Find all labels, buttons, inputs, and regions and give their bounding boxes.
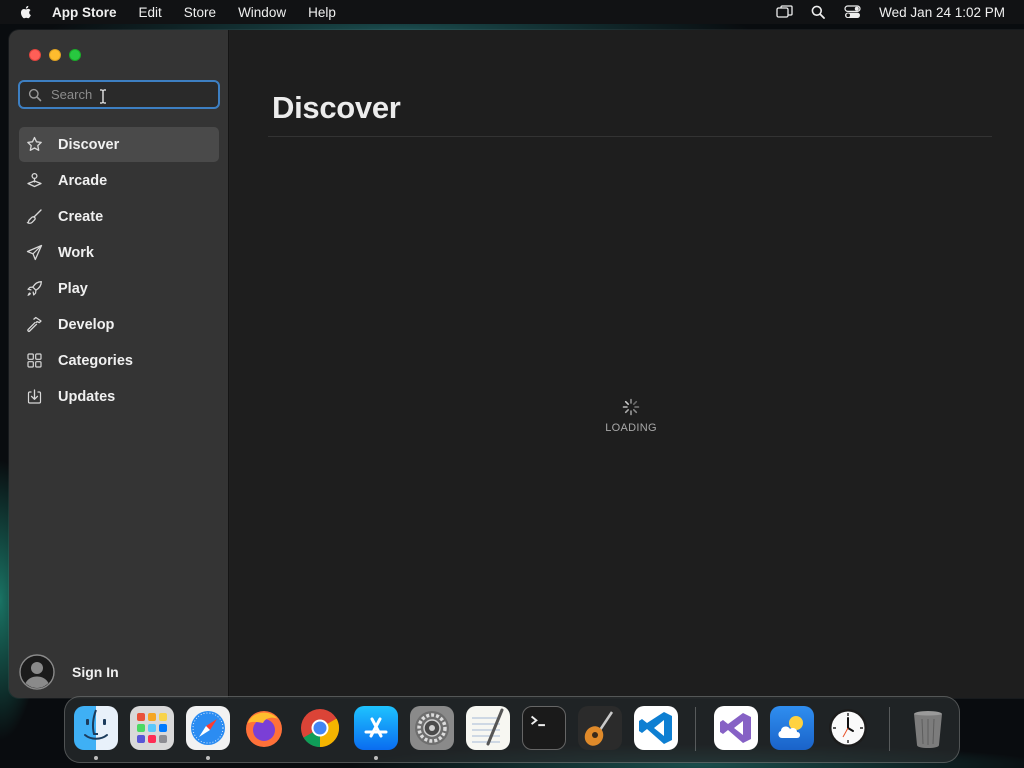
app-store-icon bbox=[364, 717, 388, 738]
dock-launchpad[interactable] bbox=[130, 706, 174, 750]
trash-icon bbox=[914, 711, 942, 748]
sidebar-item-create[interactable]: Create bbox=[19, 199, 219, 234]
sign-in-button[interactable]: Sign In bbox=[19, 654, 119, 690]
running-indicator bbox=[206, 756, 210, 760]
guitar-icon bbox=[584, 711, 614, 746]
spinner-icon bbox=[622, 398, 640, 416]
menu-store[interactable]: Store bbox=[184, 5, 216, 20]
sidebar-item-updates[interactable]: Updates bbox=[19, 379, 219, 414]
dock-separator bbox=[889, 707, 890, 751]
dock-textedit[interactable] bbox=[466, 706, 510, 750]
search-input[interactable] bbox=[51, 87, 201, 102]
sign-in-label: Sign In bbox=[72, 664, 119, 680]
running-indicator bbox=[374, 756, 378, 760]
close-button[interactable] bbox=[29, 49, 41, 61]
dock-trash[interactable] bbox=[906, 706, 950, 750]
app-store-window: Discover Arcade Create Work bbox=[9, 30, 1024, 698]
loading-label: LOADING bbox=[605, 422, 657, 434]
joystick-icon bbox=[26, 172, 43, 189]
dock-app-store[interactable] bbox=[354, 706, 398, 750]
spotlight-search-icon[interactable] bbox=[809, 4, 827, 20]
dock-finder[interactable] bbox=[74, 706, 118, 750]
chrome-icon bbox=[301, 709, 340, 748]
weather-icon bbox=[778, 716, 803, 738]
sidebar-item-play[interactable]: Play bbox=[19, 271, 219, 306]
dock-firefox[interactable] bbox=[242, 706, 286, 750]
menu-edit[interactable]: Edit bbox=[139, 5, 162, 20]
dock-separator bbox=[695, 707, 696, 751]
window-controls bbox=[29, 49, 81, 61]
minimize-button[interactable] bbox=[49, 49, 61, 61]
sidebar-item-work[interactable]: Work bbox=[19, 235, 219, 270]
dock-garageband[interactable] bbox=[578, 706, 622, 750]
zoom-button[interactable] bbox=[69, 49, 81, 61]
star-icon bbox=[26, 136, 43, 153]
dock-weather[interactable] bbox=[770, 706, 814, 750]
dock-clock[interactable] bbox=[826, 706, 870, 750]
vscode-icon bbox=[639, 712, 672, 744]
visual-studio-icon bbox=[720, 713, 751, 743]
safari-icon bbox=[191, 711, 225, 745]
sidebar-item-label: Categories bbox=[58, 352, 133, 369]
paintbrush-icon bbox=[26, 208, 43, 225]
sidebar-item-label: Play bbox=[58, 280, 88, 297]
dock bbox=[64, 696, 960, 763]
page-title: Discover bbox=[272, 90, 401, 125]
hammer-icon bbox=[26, 316, 43, 333]
textedit-icon bbox=[472, 708, 504, 746]
title-divider bbox=[268, 136, 992, 137]
sidebar-item-develop[interactable]: Develop bbox=[19, 307, 219, 342]
gear-icon bbox=[415, 711, 449, 745]
menu-app-name[interactable]: App Store bbox=[52, 5, 117, 20]
rocket-icon bbox=[26, 280, 43, 297]
dock-chrome[interactable] bbox=[298, 706, 342, 750]
firefox-icon bbox=[246, 711, 282, 747]
sidebar-item-label: Work bbox=[58, 244, 94, 261]
text-cursor-icon bbox=[100, 89, 106, 104]
menu-clock[interactable]: Wed Jan 24 1:02 PM bbox=[879, 5, 1005, 20]
terminal-icon bbox=[530, 715, 545, 727]
sidebar-item-label: Discover bbox=[58, 136, 120, 153]
sidebar-item-label: Arcade bbox=[58, 172, 108, 189]
dock-terminal[interactable] bbox=[522, 706, 566, 750]
launchpad-icon bbox=[137, 713, 167, 743]
menu-bar: App Store Edit Store Window Help Wed Jan… bbox=[0, 0, 1024, 24]
menu-window[interactable]: Window bbox=[238, 5, 286, 20]
search-icon bbox=[28, 88, 42, 101]
dock-system-settings[interactable] bbox=[410, 706, 454, 750]
dock-visual-studio[interactable] bbox=[714, 706, 758, 750]
sidebar-nav: Discover Arcade Create Work Play Develop… bbox=[19, 127, 219, 415]
sidebar-item-categories[interactable]: Categories bbox=[19, 343, 219, 378]
sidebar-item-arcade[interactable]: Arcade bbox=[19, 163, 219, 198]
loading-indicator: LOADING bbox=[600, 398, 662, 434]
apple-logo-icon[interactable] bbox=[18, 4, 34, 20]
sidebar-item-discover[interactable]: Discover bbox=[19, 127, 219, 162]
dock-vscode[interactable] bbox=[634, 706, 678, 750]
sidebar-item-label: Develop bbox=[58, 316, 115, 333]
account-avatar-icon bbox=[19, 654, 55, 690]
screen-mirroring-icon[interactable] bbox=[775, 4, 793, 20]
grid-icon bbox=[26, 352, 43, 369]
sidebar-item-label: Updates bbox=[58, 388, 116, 405]
sidebar-item-label: Create bbox=[58, 208, 104, 225]
menu-help[interactable]: Help bbox=[308, 5, 336, 20]
control-center-icon[interactable] bbox=[843, 4, 861, 20]
search-field[interactable] bbox=[18, 80, 220, 109]
running-indicator bbox=[94, 756, 98, 760]
sidebar: Discover Arcade Create Work bbox=[9, 30, 229, 698]
download-icon bbox=[26, 388, 43, 405]
main-content: Discover LOADING bbox=[230, 30, 1024, 698]
clock-icon bbox=[829, 709, 867, 747]
paper-plane-icon bbox=[26, 244, 43, 261]
dock-safari[interactable] bbox=[186, 706, 230, 750]
finder-icon bbox=[84, 709, 108, 740]
